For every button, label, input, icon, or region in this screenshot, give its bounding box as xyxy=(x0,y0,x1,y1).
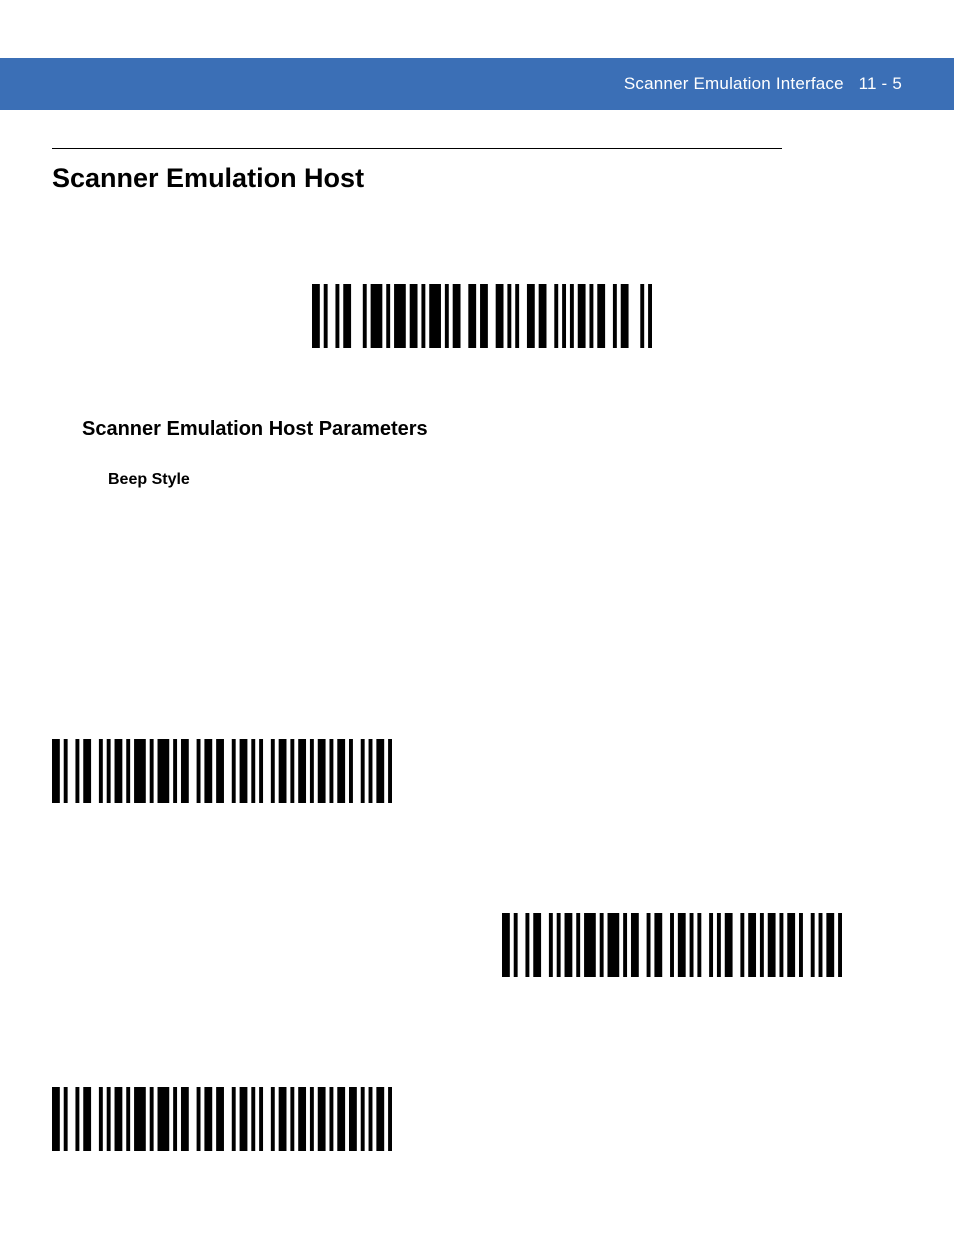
barcode-icon xyxy=(312,284,652,348)
barcode-beep-style-option-2 xyxy=(502,913,902,977)
page-title: Scanner Emulation Host xyxy=(52,163,902,194)
subsection-heading: Beep Style xyxy=(108,471,902,489)
barcode-icon xyxy=(52,1087,392,1151)
barcode-icon xyxy=(502,913,842,977)
header-text: Scanner Emulation Interface 11 - 5 xyxy=(624,74,902,94)
page-number: 11 - 5 xyxy=(859,74,902,93)
page-body: Scanner Emulation Host Scanner Emulation… xyxy=(52,148,902,1151)
section-rule xyxy=(52,148,782,149)
barcode-scanner-emulation-host xyxy=(312,284,902,348)
section-heading: Scanner Emulation Host Parameters xyxy=(82,418,902,441)
barcode-icon xyxy=(52,739,392,803)
barcode-beep-style-option-3 xyxy=(52,1087,902,1151)
breadcrumb: Scanner Emulation Interface xyxy=(624,74,844,93)
header-band: Scanner Emulation Interface 11 - 5 xyxy=(0,58,954,110)
barcode-beep-style-option-1 xyxy=(52,739,902,803)
